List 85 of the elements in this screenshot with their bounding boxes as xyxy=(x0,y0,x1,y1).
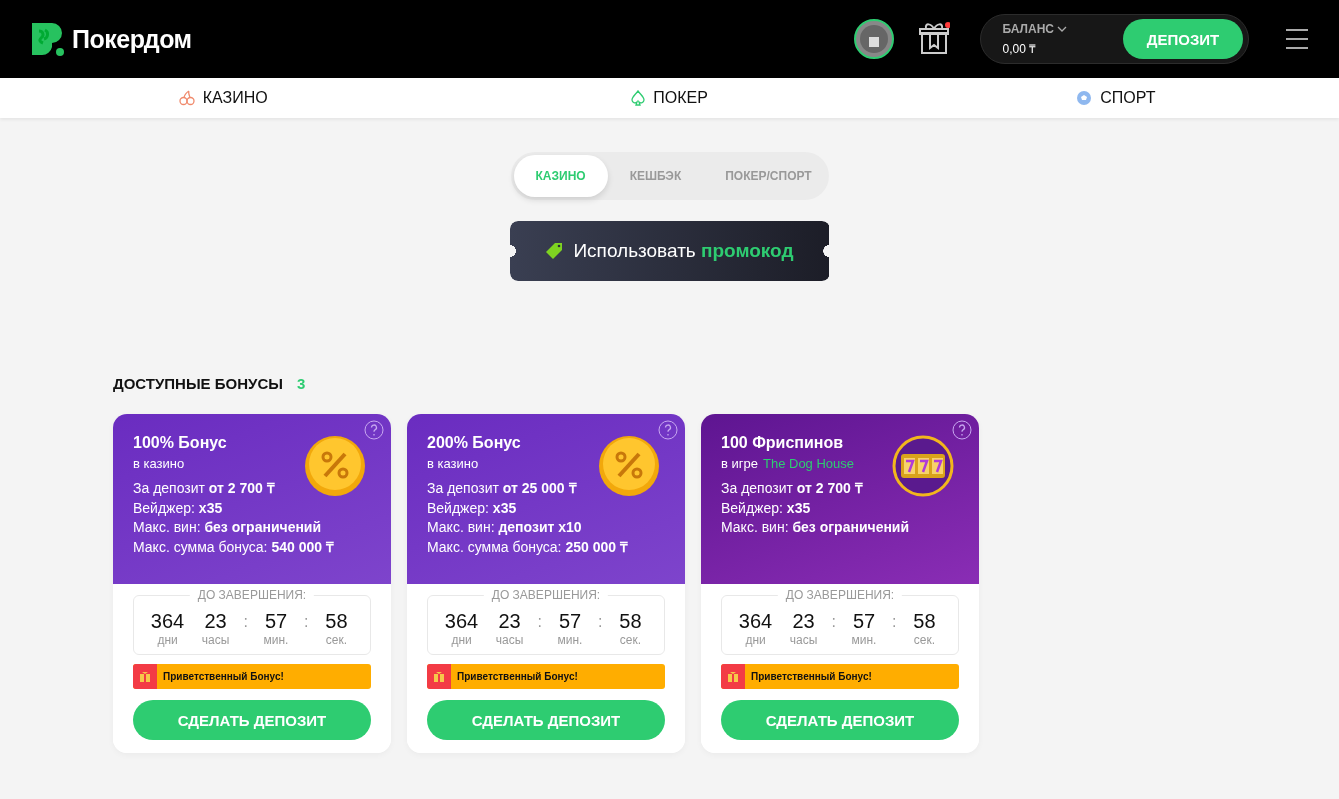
menu-icon[interactable] xyxy=(1285,28,1309,50)
coin-icon xyxy=(597,434,661,498)
help-icon[interactable] xyxy=(364,420,384,440)
timer-value: 58 xyxy=(913,609,936,633)
promo-code-button[interactable]: Использовать промокод xyxy=(509,221,830,281)
bonus-condition: Вейджер: x35 xyxy=(427,498,518,518)
timer-separator: : xyxy=(892,612,897,631)
timer-separator: : xyxy=(243,612,248,631)
timer-unit: мин. xyxy=(851,632,877,647)
nav-link[interactable]: СПОРТ xyxy=(892,78,1339,118)
timer-unit: сек. xyxy=(619,632,642,647)
timer-value: 58 xyxy=(619,609,642,633)
countdown-label: ДО ЗАВЕРШЕНИЯ: xyxy=(483,588,609,602)
timer-separator: : xyxy=(304,612,309,631)
promo-text[interactable]: Использовать промокод xyxy=(573,240,794,262)
timer-separator: : xyxy=(537,612,542,631)
timer-value: 23 xyxy=(204,609,227,633)
countdown-label: ДО ЗАВЕРШЕНИЯ: xyxy=(777,588,903,602)
bonus-condition: Макс. вин: без ограничений xyxy=(133,518,323,537)
coin-icon xyxy=(303,434,367,498)
bonus-condition: За депозит от 2 700 ₸ xyxy=(133,479,276,498)
timer-unit: сек. xyxy=(325,632,348,647)
balance-amount: 0,00 ₸ xyxy=(1002,40,1038,57)
help-icon[interactable] xyxy=(658,420,678,440)
bonus-condition: Макс. вин: депозит x10 xyxy=(427,518,583,537)
gift-icon[interactable] xyxy=(917,21,950,57)
timer-unit: часы xyxy=(789,632,818,647)
nav-link[interactable]: КАЗИНО xyxy=(0,78,447,118)
bonus-condition: Макс. сумма бонуса: 540 000 ₸ xyxy=(133,537,335,557)
slot-machine-icon xyxy=(891,434,955,498)
timer-unit: дни xyxy=(745,632,766,647)
timer-separator: : xyxy=(598,612,603,631)
nav-link[interactable]: ПОКЕР xyxy=(446,78,893,118)
gift-icon xyxy=(433,671,445,682)
timer-value: 57 xyxy=(264,609,288,633)
section-title: ДОСТУПНЫЕ БОНУСЫ xyxy=(113,375,283,392)
timer-unit: сек. xyxy=(913,632,936,647)
spade-icon xyxy=(631,90,646,106)
bonus-condition: За депозит от 25 000 ₸ xyxy=(427,479,578,498)
timer-value: 364 xyxy=(738,609,773,633)
bonus-condition: За депозит от 2 700 ₸ xyxy=(721,479,864,498)
timer-unit: мин. xyxy=(557,632,583,647)
timer-unit: часы xyxy=(201,632,230,647)
bonus-subtitle: в казино xyxy=(427,456,479,471)
timer-value: 58 xyxy=(325,609,348,633)
gift-icon xyxy=(139,671,151,682)
tag-text: Приветственный Бонус! xyxy=(163,671,284,682)
countdown-label: ДО ЗАВЕРШЕНИЯ: xyxy=(189,588,315,602)
balance-label[interactable]: БАЛАНС xyxy=(1002,21,1054,36)
timer-value: 364 xyxy=(150,609,185,633)
tag-text: Приветственный Бонус! xyxy=(751,671,872,682)
tag-icon xyxy=(545,242,564,260)
tag-text: Приветственный Бонус! xyxy=(457,671,578,682)
nav-label[interactable]: КАЗИНО xyxy=(202,89,268,107)
help-icon[interactable] xyxy=(952,420,972,440)
logo-icon xyxy=(30,21,66,57)
nav-label[interactable]: ПОКЕР xyxy=(653,89,708,107)
gift-icon xyxy=(727,671,739,682)
bonus-subtitle: в игре xyxy=(721,456,758,471)
timer-unit: дни xyxy=(157,632,178,647)
ball-icon xyxy=(1076,90,1093,106)
game-link[interactable]: The Dog House xyxy=(763,456,855,471)
bonus-title: 200% Бонус xyxy=(427,434,522,452)
timer-value: 57 xyxy=(852,609,876,633)
cherry-icon xyxy=(178,90,195,106)
timer-value: 23 xyxy=(792,609,815,633)
timer-unit: часы xyxy=(495,632,524,647)
avatar-icon[interactable] xyxy=(853,19,894,59)
timer-value: 364 xyxy=(444,609,479,633)
timer-unit: дни xyxy=(451,632,472,647)
bonus-condition: Макс. вин: без ограничений xyxy=(721,518,911,537)
bonus-title: 100% Бонус xyxy=(133,434,228,452)
logo-text: Покердом xyxy=(72,24,192,54)
timer-unit: мин. xyxy=(263,632,289,647)
timer-value: 23 xyxy=(498,609,521,633)
timer-value: 57 xyxy=(558,609,582,633)
timer-separator: : xyxy=(831,612,836,631)
bonus-count: 3 xyxy=(296,375,306,392)
bonus-title: 100 Фриспинов xyxy=(721,434,845,452)
bonus-subtitle: в казино xyxy=(133,456,185,471)
nav-label[interactable]: СПОРТ xyxy=(1100,89,1156,107)
bonus-condition: Макс. сумма бонуса: 250 000 ₸ xyxy=(427,537,629,557)
chevron-icon[interactable] xyxy=(1057,25,1067,32)
bonus-condition: Вейджер: x35 xyxy=(721,498,812,518)
bonus-condition: Вейджер: x35 xyxy=(133,498,224,518)
